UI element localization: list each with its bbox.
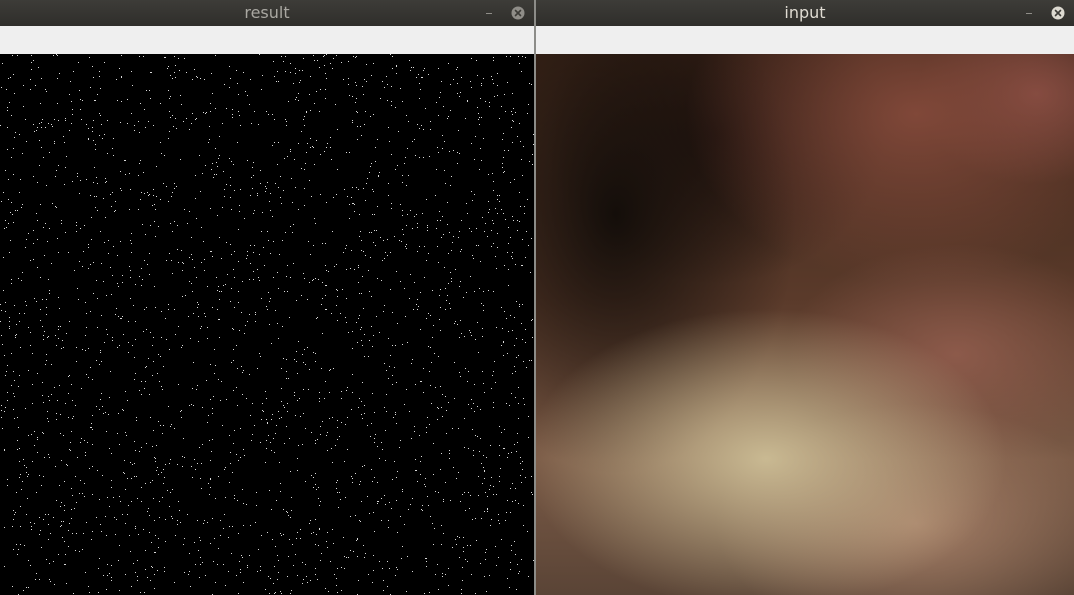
input-camera-image — [536, 54, 1074, 595]
minimize-icon[interactable] — [481, 0, 497, 26]
result-titlebar[interactable]: result — [0, 0, 534, 26]
result-window-title: result — [244, 3, 290, 22]
noise-dots — [0, 54, 534, 595]
input-window: input — [536, 0, 1074, 595]
input-toolbar — [536, 26, 1074, 55]
minimize-icon[interactable] — [1021, 0, 1037, 26]
close-icon[interactable] — [1050, 0, 1066, 26]
result-window: result — [0, 0, 534, 595]
result-toolbar — [0, 26, 534, 55]
result-image-canvas — [0, 54, 534, 595]
close-icon[interactable] — [510, 0, 526, 26]
input-window-title: input — [784, 3, 826, 22]
input-titlebar[interactable]: input — [536, 0, 1074, 26]
